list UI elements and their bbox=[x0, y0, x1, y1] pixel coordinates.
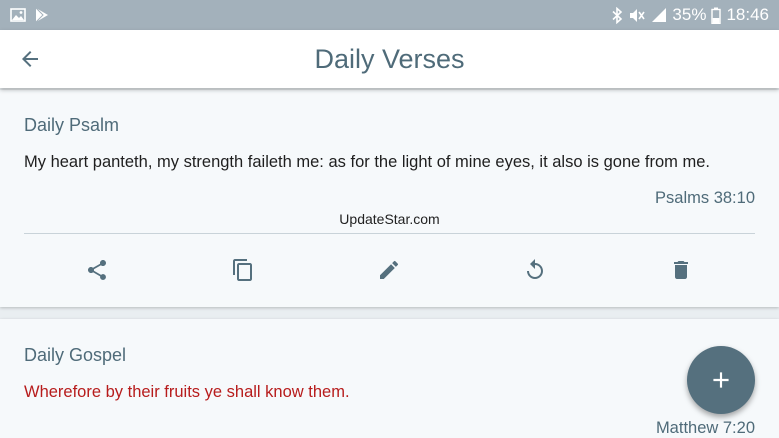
daily-gospel-card: Daily Gospel Wherefore by their fruits y… bbox=[0, 319, 779, 438]
play-store-icon bbox=[34, 7, 50, 23]
card-actions bbox=[24, 255, 755, 285]
verse-reference: Psalms 38:10 bbox=[655, 189, 755, 207]
daily-psalm-card: Daily Psalm My heart panteth, my strengt… bbox=[0, 90, 779, 307]
edit-button[interactable] bbox=[374, 255, 404, 285]
image-icon bbox=[10, 8, 26, 22]
edit-icon bbox=[380, 260, 399, 279]
status-time: 18:46 bbox=[726, 5, 769, 24]
signal-icon bbox=[651, 7, 667, 23]
bluetooth-icon bbox=[611, 6, 623, 24]
divider bbox=[24, 233, 755, 234]
verse-reference: Matthew 7:20 bbox=[655, 419, 755, 437]
status-right: 35% 18:46 bbox=[611, 5, 769, 25]
mute-icon bbox=[628, 7, 646, 24]
verse-text[interactable]: My heart panteth, my strength faileth me… bbox=[24, 153, 710, 172]
share-button[interactable] bbox=[82, 255, 112, 285]
battery-icon bbox=[711, 7, 722, 24]
page-title: Daily Verses bbox=[314, 44, 465, 74]
battery-percent: 35% bbox=[672, 5, 707, 24]
status-left bbox=[10, 7, 50, 23]
refresh-icon bbox=[527, 259, 543, 279]
verse-text[interactable]: Wherefore by their fruits ye shall know … bbox=[24, 383, 350, 402]
delete-button[interactable] bbox=[666, 255, 696, 285]
add-button[interactable] bbox=[687, 346, 755, 414]
watermark-text: UpdateStar.com bbox=[339, 211, 440, 227]
card-title: Daily Gospel bbox=[24, 345, 127, 365]
refresh-button[interactable] bbox=[520, 255, 550, 285]
plus-icon bbox=[713, 372, 729, 388]
status-bar: 35% 18:46 bbox=[0, 0, 779, 30]
copy-icon bbox=[233, 259, 252, 281]
app-bar: Daily Verses bbox=[0, 30, 779, 88]
card-title: Daily Psalm bbox=[24, 115, 120, 135]
copy-button[interactable] bbox=[228, 255, 258, 285]
delete-icon bbox=[674, 261, 688, 279]
share-icon bbox=[88, 260, 106, 280]
